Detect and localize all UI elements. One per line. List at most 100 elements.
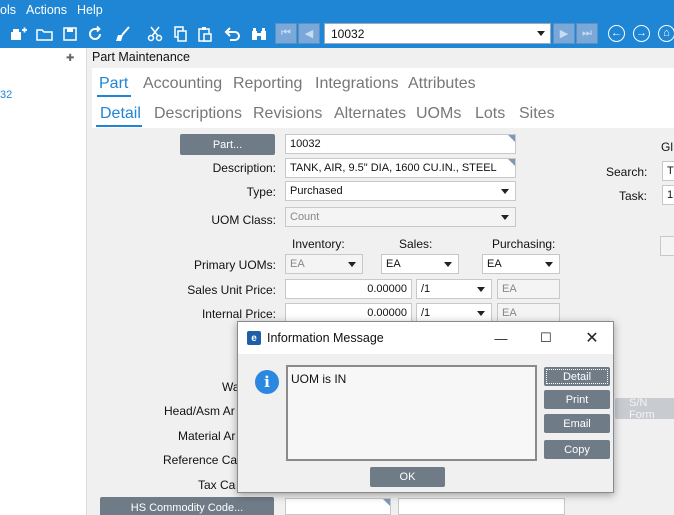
sales-uom-select[interactable]: EA xyxy=(381,254,459,274)
refresh-icon[interactable] xyxy=(85,24,105,44)
clear-brush-icon[interactable] xyxy=(113,24,133,44)
tab-integrations[interactable]: Integrations xyxy=(315,75,399,93)
sn-format-button[interactable]: S/N Form xyxy=(615,397,674,421)
information-message-dialog: e Information Message — ☐ ✕ i UOM is IN … xyxy=(237,321,614,493)
tab-uoms[interactable]: UOMs xyxy=(416,105,461,123)
close-icon[interactable]: ✕ xyxy=(582,328,602,348)
toolbar: ⏮ ◀ 10032 ▶ ⏭ ← → ⌂ xyxy=(0,22,674,46)
pin-icon[interactable]: ✚ xyxy=(66,53,74,64)
record-selector[interactable]: 10032 xyxy=(324,23,551,44)
app-logo-icon: e xyxy=(247,331,261,345)
internal-price-uom-field: EA xyxy=(497,303,560,323)
hs-commodity-code-button[interactable]: HS Commodity Code... xyxy=(100,497,274,515)
menu-help[interactable]: Help xyxy=(77,3,103,21)
menu-tools[interactable]: ols xyxy=(0,3,16,21)
uom-class-select[interactable]: Count xyxy=(285,207,516,227)
tab-alternates[interactable]: Alternates xyxy=(334,105,406,123)
primary-uoms-label: Primary UOMs: xyxy=(194,258,276,272)
chevron-down-icon xyxy=(477,287,485,292)
back-arrow-icon[interactable]: ← xyxy=(608,25,625,42)
previous-record-button[interactable]: ◀ xyxy=(298,23,320,44)
binoculars-search-icon[interactable] xyxy=(249,24,269,44)
undo-icon[interactable] xyxy=(222,24,242,44)
active-subtab-indicator xyxy=(96,125,142,127)
chevron-down-icon xyxy=(545,262,553,267)
ok-button[interactable]: OK xyxy=(370,467,445,487)
copy-button[interactable]: Copy xyxy=(544,440,610,459)
next-record-button[interactable]: ▶ xyxy=(553,23,575,44)
tab-accounting[interactable]: Accounting xyxy=(143,75,222,93)
uom-class-value: Count xyxy=(290,211,320,223)
field-corner-icon xyxy=(383,499,390,506)
dialog-title: Information Message xyxy=(267,331,384,345)
tab-revisions[interactable]: Revisions xyxy=(253,105,322,123)
tree-node[interactable]: 32 xyxy=(0,89,12,101)
paste-icon[interactable] xyxy=(195,24,215,44)
chevron-down-icon xyxy=(477,311,485,316)
sales-price-per-select[interactable]: /1 xyxy=(416,279,492,299)
tab-reporting[interactable]: Reporting xyxy=(233,75,302,93)
menu-actions[interactable]: Actions xyxy=(26,3,67,21)
cut-icon[interactable] xyxy=(145,24,165,44)
forward-arrow-icon[interactable]: → xyxy=(633,25,650,42)
chevron-down-icon xyxy=(444,262,452,267)
part-button[interactable]: Part... xyxy=(180,134,275,155)
last-record-button[interactable]: ⏭ xyxy=(576,23,598,44)
chevron-down-icon xyxy=(501,189,509,194)
head-asm-label: Head/Asm Ar xyxy=(164,404,235,418)
part-number-field[interactable]: 10032 xyxy=(285,134,516,154)
sales-unit-price-field[interactable]: 0.00000 xyxy=(285,279,412,299)
inventory-uom-select[interactable]: EA xyxy=(285,254,363,274)
sales-price-per-value: /1 xyxy=(421,283,431,295)
maximize-icon[interactable]: ☐ xyxy=(536,328,556,348)
type-select[interactable]: Purchased xyxy=(285,181,516,201)
top-bar: ols Actions Help ⏮ ◀ 10032 ▶ ⏭ ← → ⌂ xyxy=(0,0,674,48)
material-label: Material Ar xyxy=(178,429,236,443)
email-button[interactable]: Email xyxy=(544,414,610,433)
hs-code-field[interactable] xyxy=(285,498,391,515)
new-icon[interactable] xyxy=(9,24,29,44)
search-field[interactable]: T xyxy=(662,161,674,181)
panel-title: Part Maintenance xyxy=(92,50,190,64)
tab-part[interactable]: Part xyxy=(99,75,128,93)
first-record-icon: ⏮ xyxy=(281,27,291,39)
tab-descriptions[interactable]: Descriptions xyxy=(154,105,242,123)
copy-icon[interactable] xyxy=(170,24,190,44)
task-label: Task: xyxy=(619,189,648,203)
purchasing-uom-value: EA xyxy=(487,258,502,270)
save-icon[interactable] xyxy=(60,24,80,44)
search-label: Search: xyxy=(606,165,648,179)
print-button[interactable]: Print xyxy=(544,390,610,409)
type-value: Purchased xyxy=(290,185,343,197)
tab-sites[interactable]: Sites xyxy=(519,105,555,123)
sales-uom-value: EA xyxy=(386,258,401,270)
reference-label: Reference Ca xyxy=(163,453,238,467)
minimize-icon[interactable]: — xyxy=(491,328,511,348)
info-icon: i xyxy=(255,370,279,394)
tab-attributes[interactable]: Attributes xyxy=(408,75,476,93)
open-folder-icon[interactable] xyxy=(35,24,55,44)
first-record-button[interactable]: ⏮ xyxy=(275,23,297,44)
description-value: TANK, AIR, 9.5" DIA, 1600 CU.IN., STEEL xyxy=(290,162,497,174)
inventory-uom-value: EA xyxy=(290,258,305,270)
sales-price-uom-field: EA xyxy=(497,279,560,299)
task-field[interactable]: 1 xyxy=(662,185,674,205)
secondary-tab-bar: Detail Descriptions Revisions Alternates… xyxy=(92,98,674,128)
purchasing-label: Purchasing: xyxy=(492,237,556,251)
type-label: Type: xyxy=(246,185,276,199)
description-field[interactable]: TANK, AIR, 9.5" DIA, 1600 CU.IN., STEEL xyxy=(285,158,516,178)
hs-description-field xyxy=(398,498,565,515)
home-icon[interactable]: ⌂ xyxy=(658,25,674,42)
tab-detail[interactable]: Detail xyxy=(100,105,141,123)
internal-price-field[interactable]: 0.00000 xyxy=(285,303,412,323)
tab-lots[interactable]: Lots xyxy=(475,105,505,123)
message-textbox[interactable]: UOM is IN xyxy=(286,365,537,461)
internal-price-per-select[interactable]: /1 xyxy=(416,303,492,323)
chevron-down-icon xyxy=(501,215,509,220)
purchasing-uom-select[interactable]: EA xyxy=(482,254,560,274)
last-record-icon: ⏭ xyxy=(582,27,592,39)
active-tab-indicator xyxy=(97,95,131,97)
uom-class-label: UOM Class: xyxy=(211,213,276,227)
chevron-down-icon xyxy=(537,31,545,36)
detail-button[interactable]: Detail xyxy=(544,367,610,386)
